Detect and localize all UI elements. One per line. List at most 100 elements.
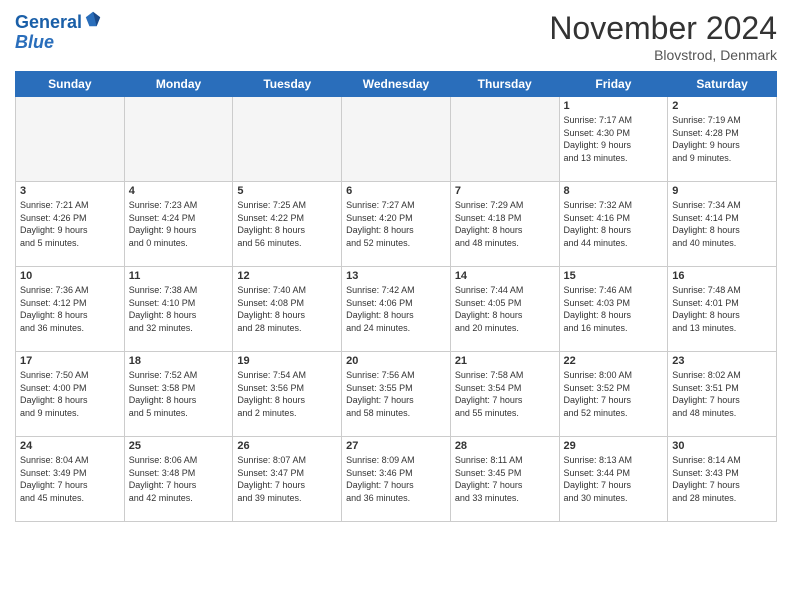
day-number: 14 bbox=[455, 270, 555, 282]
header-row: Sunday Monday Tuesday Wednesday Thursday… bbox=[16, 72, 777, 97]
week-row-4: 24 Sunrise: 8:04 AM Sunset: 3:49 PM Dayli… bbox=[16, 437, 777, 522]
calendar-cell: 13Sunrise: 7:42 AM Sunset: 4:06 PM Dayli… bbox=[342, 267, 451, 352]
day-info: Sunrise: 8:13 AM Sunset: 3:44 PM Dayligh… bbox=[564, 454, 664, 504]
calendar-cell: 27 Sunrise: 8:09 AM Sunset: 3:46 PM Dayli… bbox=[342, 437, 451, 522]
calendar-cell: 24 Sunrise: 8:04 AM Sunset: 3:49 PM Dayli… bbox=[16, 437, 125, 522]
day-info: Sunrise: 7:32 AM Sunset: 4:16 PM Dayligh… bbox=[564, 199, 664, 249]
day-info: Sunrise: 7:25 AM Sunset: 4:22 PM Dayligh… bbox=[237, 199, 337, 249]
calendar-cell: 8 Sunrise: 7:32 AM Sunset: 4:16 PM Daylig… bbox=[559, 182, 668, 267]
day-info: Sunrise: 7:38 AM Sunset: 4:10 PM Dayligh… bbox=[129, 284, 229, 334]
day-info: Sunrise: 7:34 AM Sunset: 4:14 PM Dayligh… bbox=[672, 199, 772, 249]
week-row-3: 17 Sunrise: 7:50 AM Sunset: 4:00 PM Dayli… bbox=[16, 352, 777, 437]
calendar-cell bbox=[342, 97, 451, 182]
day-number: 12 bbox=[237, 270, 337, 282]
calendar-cell bbox=[124, 97, 233, 182]
day-number: 28 bbox=[455, 440, 555, 452]
calendar-cell: 30 Sunrise: 8:14 AM Sunset: 3:43 PM Dayli… bbox=[668, 437, 777, 522]
title-area: November 2024 Blovstrod, Denmark bbox=[549, 10, 777, 63]
calendar-cell: 9 Sunrise: 7:34 AM Sunset: 4:14 PM Daylig… bbox=[668, 182, 777, 267]
col-tuesday: Tuesday bbox=[233, 72, 342, 97]
day-number: 30 bbox=[672, 440, 772, 452]
calendar-cell: 4 Sunrise: 7:23 AM Sunset: 4:24 PM Daylig… bbox=[124, 182, 233, 267]
subtitle: Blovstrod, Denmark bbox=[549, 47, 777, 63]
day-number: 16 bbox=[672, 270, 772, 282]
calendar-cell: 2Sunrise: 7:19 AM Sunset: 4:28 PM Daylig… bbox=[668, 97, 777, 182]
col-friday: Friday bbox=[559, 72, 668, 97]
calendar-cell bbox=[450, 97, 559, 182]
day-info: Sunrise: 8:09 AM Sunset: 3:46 PM Dayligh… bbox=[346, 454, 446, 504]
header: General Blue November 2024 Blovstrod, De… bbox=[15, 10, 777, 63]
day-number: 22 bbox=[564, 355, 664, 367]
day-number: 25 bbox=[129, 440, 229, 452]
day-info: Sunrise: 7:19 AM Sunset: 4:28 PM Dayligh… bbox=[672, 114, 772, 164]
day-number: 15 bbox=[564, 270, 664, 282]
calendar-cell: 26 Sunrise: 8:07 AM Sunset: 3:47 PM Dayli… bbox=[233, 437, 342, 522]
day-number: 20 bbox=[346, 355, 446, 367]
day-number: 4 bbox=[129, 185, 229, 197]
page-container: General Blue November 2024 Blovstrod, De… bbox=[0, 0, 792, 527]
calendar-table: Sunday Monday Tuesday Wednesday Thursday… bbox=[15, 71, 777, 522]
day-info: Sunrise: 7:50 AM Sunset: 4:00 PM Dayligh… bbox=[20, 369, 120, 419]
day-info: Sunrise: 7:52 AM Sunset: 3:58 PM Dayligh… bbox=[129, 369, 229, 419]
calendar-cell: 12 Sunrise: 7:40 AM Sunset: 4:08 PM Dayli… bbox=[233, 267, 342, 352]
calendar-cell: 28 Sunrise: 8:11 AM Sunset: 3:45 PM Dayli… bbox=[450, 437, 559, 522]
day-info: Sunrise: 8:07 AM Sunset: 3:47 PM Dayligh… bbox=[237, 454, 337, 504]
day-number: 8 bbox=[564, 185, 664, 197]
calendar-cell: 25Sunrise: 8:06 AM Sunset: 3:48 PM Dayli… bbox=[124, 437, 233, 522]
day-number: 18 bbox=[129, 355, 229, 367]
day-info: Sunrise: 8:14 AM Sunset: 3:43 PM Dayligh… bbox=[672, 454, 772, 504]
day-info: Sunrise: 7:29 AM Sunset: 4:18 PM Dayligh… bbox=[455, 199, 555, 249]
col-thursday: Thursday bbox=[450, 72, 559, 97]
logo: General Blue bbox=[15, 10, 102, 53]
day-info: Sunrise: 7:36 AM Sunset: 4:12 PM Dayligh… bbox=[20, 284, 120, 334]
week-row-1: 3Sunrise: 7:21 AM Sunset: 4:26 PM Daylig… bbox=[16, 182, 777, 267]
week-row-2: 10Sunrise: 7:36 AM Sunset: 4:12 PM Dayli… bbox=[16, 267, 777, 352]
day-number: 24 bbox=[20, 440, 120, 452]
day-info: Sunrise: 7:21 AM Sunset: 4:26 PM Dayligh… bbox=[20, 199, 120, 249]
day-info: Sunrise: 7:54 AM Sunset: 3:56 PM Dayligh… bbox=[237, 369, 337, 419]
day-number: 1 bbox=[564, 100, 664, 112]
calendar-cell: 11 Sunrise: 7:38 AM Sunset: 4:10 PM Dayli… bbox=[124, 267, 233, 352]
day-info: Sunrise: 7:23 AM Sunset: 4:24 PM Dayligh… bbox=[129, 199, 229, 249]
col-monday: Monday bbox=[124, 72, 233, 97]
day-info: Sunrise: 8:02 AM Sunset: 3:51 PM Dayligh… bbox=[672, 369, 772, 419]
col-sunday: Sunday bbox=[16, 72, 125, 97]
calendar-cell: 16 Sunrise: 7:48 AM Sunset: 4:01 PM Dayli… bbox=[668, 267, 777, 352]
day-info: Sunrise: 8:04 AM Sunset: 3:49 PM Dayligh… bbox=[20, 454, 120, 504]
day-number: 5 bbox=[237, 185, 337, 197]
calendar-cell: 21 Sunrise: 7:58 AM Sunset: 3:54 PM Dayli… bbox=[450, 352, 559, 437]
day-number: 19 bbox=[237, 355, 337, 367]
calendar-cell: 1 Sunrise: 7:17 AM Sunset: 4:30 PM Daylig… bbox=[559, 97, 668, 182]
day-info: Sunrise: 7:17 AM Sunset: 4:30 PM Dayligh… bbox=[564, 114, 664, 164]
week-row-0: 1 Sunrise: 7:17 AM Sunset: 4:30 PM Daylig… bbox=[16, 97, 777, 182]
calendar-cell: 19 Sunrise: 7:54 AM Sunset: 3:56 PM Dayli… bbox=[233, 352, 342, 437]
logo-text2: Blue bbox=[15, 33, 102, 53]
calendar-cell: 22 Sunrise: 8:00 AM Sunset: 3:52 PM Dayli… bbox=[559, 352, 668, 437]
day-number: 26 bbox=[237, 440, 337, 452]
day-number: 7 bbox=[455, 185, 555, 197]
calendar-cell: 3Sunrise: 7:21 AM Sunset: 4:26 PM Daylig… bbox=[16, 182, 125, 267]
day-info: Sunrise: 7:58 AM Sunset: 3:54 PM Dayligh… bbox=[455, 369, 555, 419]
day-info: Sunrise: 7:40 AM Sunset: 4:08 PM Dayligh… bbox=[237, 284, 337, 334]
day-info: Sunrise: 8:00 AM Sunset: 3:52 PM Dayligh… bbox=[564, 369, 664, 419]
day-number: 23 bbox=[672, 355, 772, 367]
col-wednesday: Wednesday bbox=[342, 72, 451, 97]
calendar-cell: 14Sunrise: 7:44 AM Sunset: 4:05 PM Dayli… bbox=[450, 267, 559, 352]
col-saturday: Saturday bbox=[668, 72, 777, 97]
day-info: Sunrise: 8:11 AM Sunset: 3:45 PM Dayligh… bbox=[455, 454, 555, 504]
day-info: Sunrise: 7:48 AM Sunset: 4:01 PM Dayligh… bbox=[672, 284, 772, 334]
logo-text: General bbox=[15, 10, 102, 33]
day-number: 9 bbox=[672, 185, 772, 197]
day-number: 21 bbox=[455, 355, 555, 367]
calendar-cell: 15 Sunrise: 7:46 AM Sunset: 4:03 PM Dayli… bbox=[559, 267, 668, 352]
calendar-cell: 18 Sunrise: 7:52 AM Sunset: 3:58 PM Dayli… bbox=[124, 352, 233, 437]
day-number: 17 bbox=[20, 355, 120, 367]
calendar-cell: 10Sunrise: 7:36 AM Sunset: 4:12 PM Dayli… bbox=[16, 267, 125, 352]
day-number: 11 bbox=[129, 270, 229, 282]
calendar-cell: 29Sunrise: 8:13 AM Sunset: 3:44 PM Dayli… bbox=[559, 437, 668, 522]
day-info: Sunrise: 7:56 AM Sunset: 3:55 PM Dayligh… bbox=[346, 369, 446, 419]
calendar-cell: 20 Sunrise: 7:56 AM Sunset: 3:55 PM Dayli… bbox=[342, 352, 451, 437]
day-info: Sunrise: 7:46 AM Sunset: 4:03 PM Dayligh… bbox=[564, 284, 664, 334]
day-number: 27 bbox=[346, 440, 446, 452]
day-info: Sunrise: 7:27 AM Sunset: 4:20 PM Dayligh… bbox=[346, 199, 446, 249]
